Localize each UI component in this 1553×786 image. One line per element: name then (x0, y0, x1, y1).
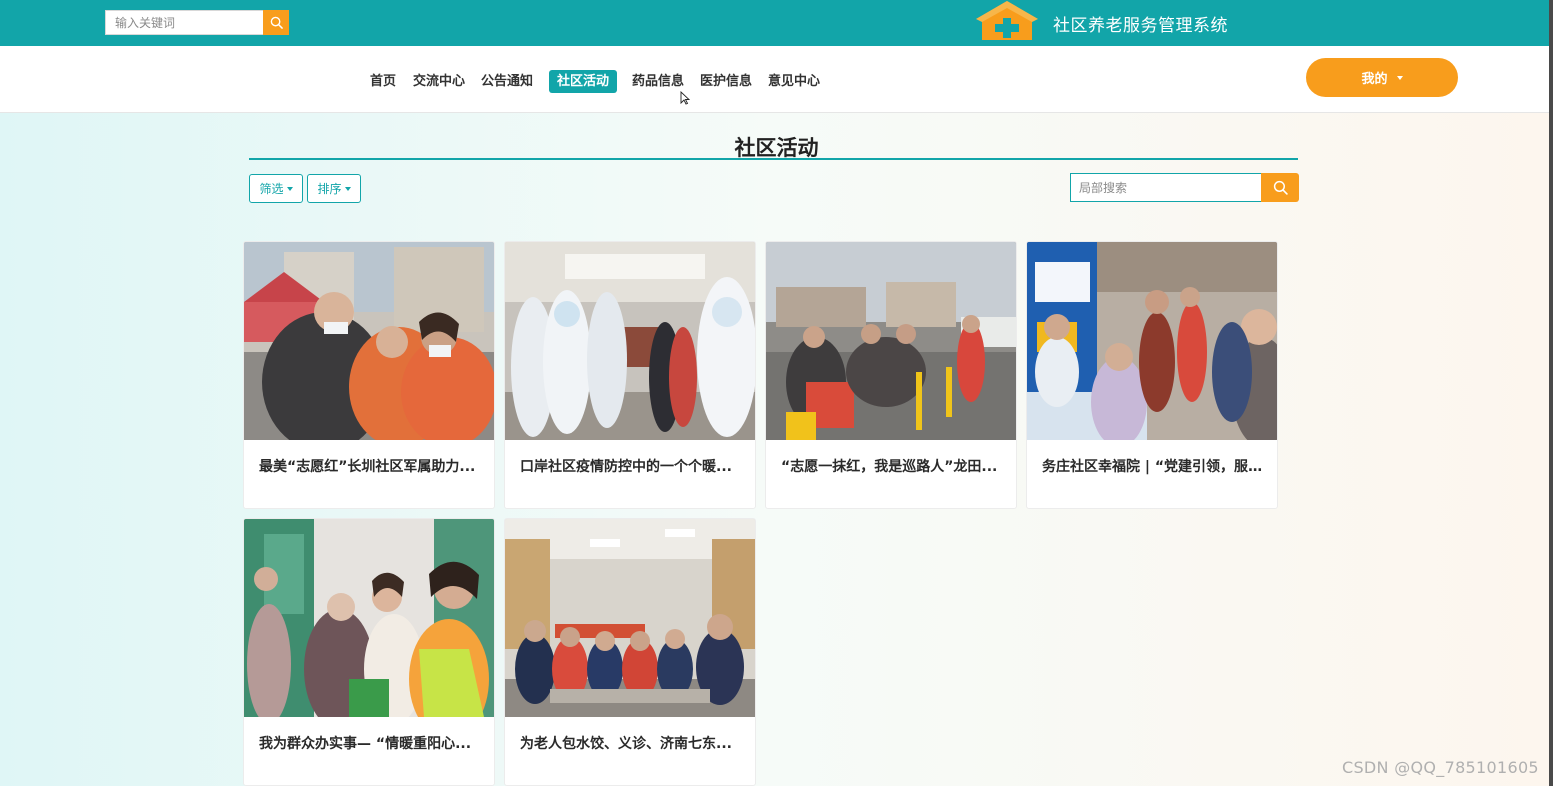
activity-card[interactable]: 最美“志愿红”长圳社区军属助力... (243, 241, 495, 509)
activity-photo (766, 242, 1016, 440)
activity-title: 口岸社区疫情防控中的一个个暖... (520, 459, 732, 475)
user-menu-label: 我的 (1361, 72, 1388, 87)
activity-card[interactable]: 为老人包水饺、义诊、济南七东... (504, 518, 756, 786)
activity-title: 为老人包水饺、义诊、济南七东... (520, 736, 732, 752)
nav-notices[interactable]: 公告通知 (481, 70, 533, 93)
local-search-input[interactable] (1070, 173, 1261, 202)
caret-down-icon (286, 186, 293, 191)
brand-title: 社区养老服务管理系统 (1053, 16, 1228, 36)
nav-exchange-center[interactable]: 交流中心 (413, 70, 465, 93)
top-header-bar: 社区养老服务管理系统 (0, 0, 1553, 46)
activity-title: “志愿一抹红，我是巡路人”龙田... (781, 459, 998, 475)
sort-label: 排序 (317, 182, 342, 196)
activity-photo (1027, 242, 1277, 440)
nav-feedback-center[interactable]: 意见中心 (768, 70, 820, 93)
main-content: 社区活动 筛选 排序 局部搜索 最美“志愿红”长圳社区军属助力... 口岸社区疫… (0, 113, 1553, 786)
activity-photo (505, 519, 755, 717)
nav-medicine-info[interactable]: 药品信息 (632, 70, 684, 93)
sort-button[interactable]: 排序 (307, 174, 361, 203)
activity-card[interactable]: 口岸社区疫情防控中的一个个暖... (504, 241, 756, 509)
caret-down-icon (1396, 75, 1403, 80)
nav-medical-staff-info[interactable]: 医护信息 (700, 70, 752, 93)
mouse-cursor-icon (680, 91, 690, 105)
top-search-input[interactable] (105, 10, 263, 35)
page-scrollbar[interactable] (1549, 0, 1553, 786)
caret-down-icon (344, 186, 351, 191)
activity-title: 最美“志愿红”长圳社区军属助力... (259, 459, 476, 475)
activity-photo (505, 242, 755, 440)
house-plus-icon (976, 1, 1038, 40)
activity-card[interactable]: 我为群众办实事— “情暖重阳心... (243, 518, 495, 786)
activity-photo (244, 242, 494, 440)
top-search-button[interactable] (263, 10, 289, 35)
main-navbar: 首页 交流中心 公告通知 社区活动 药品信息 医护信息 意见中心 我的 (0, 46, 1553, 113)
search-icon (270, 16, 283, 29)
local-search-button[interactable] (1261, 173, 1299, 202)
search-icon (1273, 180, 1288, 195)
activity-title: 我为群众办实事— “情暖重阳心... (259, 736, 472, 752)
filter-button[interactable]: 筛选 (249, 174, 303, 203)
filter-label: 筛选 (259, 182, 284, 196)
activity-photo (244, 519, 494, 717)
activity-card[interactable]: 务庄社区幸福院 | “党建引领，服... (1026, 241, 1278, 509)
user-menu-button[interactable]: 我的 (1306, 58, 1458, 97)
nav-home[interactable]: 首页 (370, 70, 396, 93)
activity-title: 务庄社区幸福院 | “党建引领，服... (1042, 459, 1264, 475)
top-search-box (105, 10, 289, 35)
activity-card[interactable]: “志愿一抹红，我是巡路人”龙田... (765, 241, 1017, 509)
watermark-text: CSDN @QQ_785101605 (1342, 758, 1539, 777)
local-search-box (1070, 173, 1299, 202)
nav-community-activities[interactable]: 社区活动 (549, 70, 618, 93)
title-underline (249, 158, 1298, 160)
